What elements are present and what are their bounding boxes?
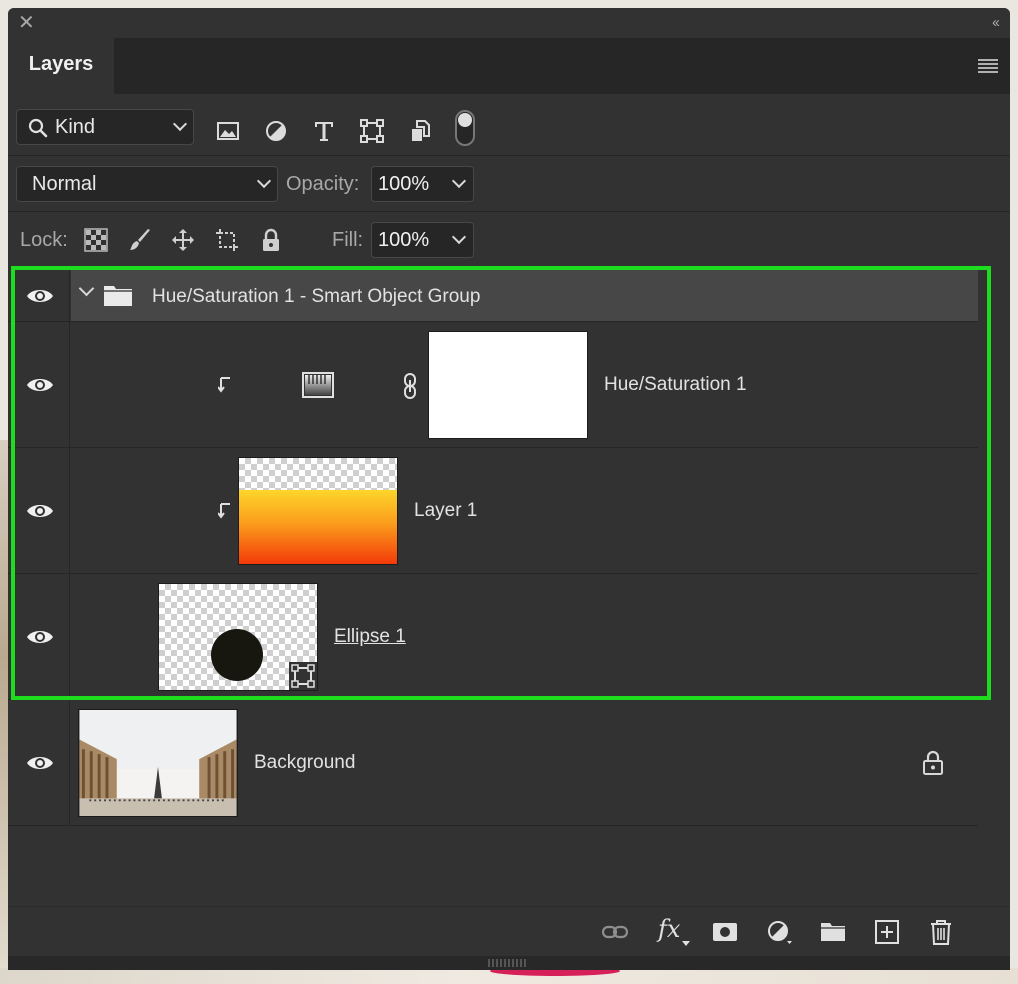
layer-name: Background <box>254 752 356 773</box>
new-layer-icon[interactable] <box>874 919 900 945</box>
new-group-icon[interactable] <box>820 919 846 945</box>
chevron-down-icon <box>256 173 272 189</box>
collapse-panel-icon[interactable]: ‹‹ <box>992 14 1000 31</box>
tab-layers[interactable]: Layers <box>8 38 114 94</box>
visibility-cell <box>8 700 70 825</box>
layer-row-layer-1[interactable]: Layer 1 <box>8 448 978 574</box>
eye-icon[interactable] <box>26 376 54 394</box>
group-header: Hue/Saturation 1 - Smart Object Group <box>71 270 978 321</box>
visibility-cell <box>8 574 70 699</box>
ellipse-shape <box>211 629 263 681</box>
layer-row-ellipse-1[interactable]: Ellipse 1 <box>8 574 978 700</box>
mask-link-icon[interactable] <box>402 372 418 400</box>
resize-grip-icon[interactable] <box>488 959 528 967</box>
chevron-down-icon <box>451 229 467 245</box>
fx-icon[interactable]: fx <box>658 915 680 943</box>
layer-row-background[interactable]: Background <box>8 700 978 826</box>
filter-toggle-icon[interactable] <box>455 110 475 146</box>
eye-icon[interactable] <box>26 628 54 646</box>
lock-transparent-icon[interactable] <box>84 228 108 252</box>
new-adjustment-icon[interactable] <box>766 919 792 945</box>
delete-layer-icon[interactable] <box>928 919 954 945</box>
panel-titlebar: ✕ ‹‹ <box>8 8 1010 38</box>
layer-mask-thumbnail[interactable] <box>428 331 588 439</box>
blend-mode-select[interactable]: Normal <box>16 166 278 202</box>
divider <box>8 211 1010 212</box>
layer-name: Hue/Saturation 1 <box>604 374 747 395</box>
visibility-cell <box>8 322 70 447</box>
close-icon[interactable]: ✕ <box>18 13 35 33</box>
layer-thumbnail[interactable] <box>78 709 238 817</box>
fill-dropdown-button[interactable] <box>444 222 474 258</box>
adjustment-filter-icon[interactable] <box>264 119 288 143</box>
chevron-down-icon[interactable] <box>78 280 95 297</box>
eye-icon[interactable] <box>26 502 54 520</box>
layer-row-group[interactable]: Hue/Saturation 1 - Smart Object Group <box>8 270 978 322</box>
layer-name: Ellipse 1 <box>334 626 406 647</box>
clipping-arrow-icon <box>218 377 230 393</box>
chevron-down-icon <box>172 116 188 132</box>
panel-menu-icon[interactable] <box>978 59 998 73</box>
search-icon <box>28 118 48 138</box>
visibility-cell <box>8 448 70 573</box>
opacity-field[interactable]: 100% <box>371 166 445 202</box>
smart-object-filter-icon[interactable] <box>408 119 432 143</box>
layer-row-hue-saturation[interactable]: Hue/Saturation 1 <box>8 322 978 448</box>
image-filter-icon[interactable] <box>216 119 240 143</box>
chevron-down-icon <box>451 173 467 189</box>
layer-thumbnail[interactable] <box>158 583 318 691</box>
shape-filter-icon[interactable] <box>360 119 384 143</box>
lock-position-icon[interactable] <box>171 228 195 252</box>
lock-image-icon[interactable] <box>128 228 152 252</box>
eye-icon[interactable] <box>26 754 54 772</box>
layers-panel: ✕ ‹‹ Layers Kind Normal Opacity: 100% Lo… <box>8 8 1010 970</box>
lock-label: Lock: <box>20 229 68 251</box>
kind-filter-label: Kind <box>55 116 96 138</box>
caret-icon <box>682 941 690 946</box>
shape-layer-badge-icon <box>289 662 317 690</box>
fill-field[interactable]: 100% <box>371 222 445 258</box>
folder-icon <box>104 286 132 306</box>
hue-saturation-adjustment-icon <box>302 372 334 398</box>
divider <box>8 155 1010 156</box>
lock-artboard-icon[interactable] <box>215 228 239 252</box>
fill-label: Fill: <box>332 229 364 251</box>
layers-bottom-toolbar: fx <box>8 906 1010 956</box>
lock-icon[interactable] <box>922 750 944 776</box>
kind-filter-select[interactable]: Kind <box>16 109 194 145</box>
add-mask-icon[interactable] <box>712 919 738 945</box>
type-filter-icon[interactable] <box>312 119 336 143</box>
clipping-arrow-icon <box>218 503 230 519</box>
layer-thumbnail[interactable] <box>238 457 398 565</box>
opacity-dropdown-button[interactable] <box>444 166 474 202</box>
link-layers-icon[interactable] <box>602 919 628 945</box>
visibility-cell <box>8 270 70 321</box>
lock-all-icon[interactable] <box>259 228 283 252</box>
panel-tabbar: Layers <box>8 38 1010 94</box>
blend-mode-value: Normal <box>32 173 97 195</box>
layer-name: Hue/Saturation 1 - Smart Object Group <box>152 286 481 307</box>
eye-icon[interactable] <box>26 287 54 305</box>
panel-resize-strip[interactable] <box>8 956 1010 970</box>
layer-name: Layer 1 <box>414 500 478 521</box>
opacity-label: Opacity: <box>286 173 360 195</box>
